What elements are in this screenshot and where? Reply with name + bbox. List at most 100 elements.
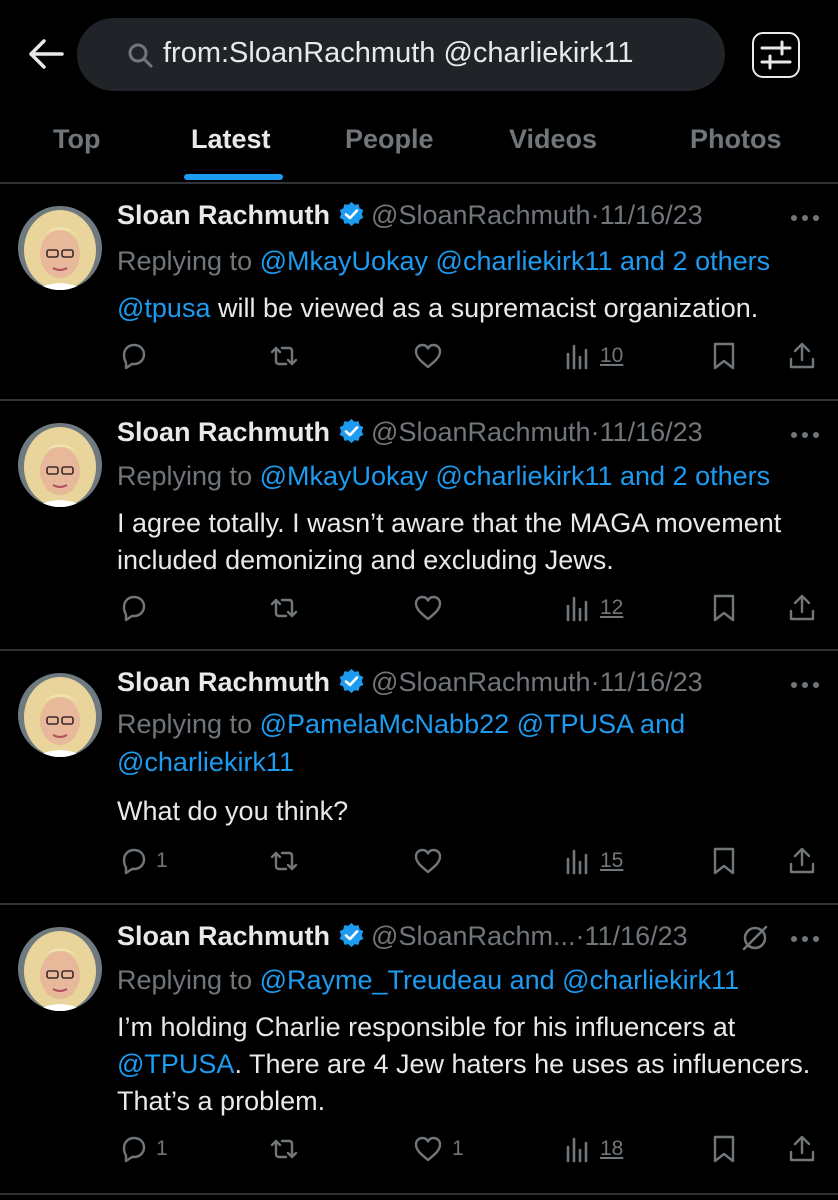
tab-top[interactable]: Top [53,124,100,155]
views-icon [566,1137,588,1163]
avatar[interactable] [18,206,102,290]
tweet-text: What do you think? [117,796,349,826]
bookmark-button[interactable] [708,845,740,879]
mention-link[interactable]: @tpusa [117,293,210,323]
tweet-header: Sloan Rachmuth @SloanRachmuth·11/16/23 [117,200,703,231]
tab-latest[interactable]: Latest [191,124,271,155]
replying-to: Replying to @MkayUokay @charliekirk11 an… [117,457,817,495]
like-button[interactable] [412,1133,444,1167]
reply-count: 1 [156,849,168,872]
back-button[interactable] [26,34,66,74]
display-name[interactable]: Sloan Rachmuth [117,417,330,447]
replying-to-label: Replying to [117,461,260,491]
views-count[interactable]: 10 [600,344,623,368]
retweet-icon [270,346,298,366]
tweet[interactable]: Sloan Rachmuth @SloanRachmuth·11/16/23 Re… [0,651,838,905]
like-icon [414,848,442,874]
reply-count: 1 [156,1137,168,1160]
back-arrow-icon [29,39,64,69]
mention-link[interactable]: @TPUSA [117,1049,234,1079]
bookmark-icon [713,847,735,875]
like-button[interactable] [412,340,444,374]
bookmark-icon [713,1135,735,1163]
handle[interactable]: @SloanRachmuth [371,200,591,230]
handle[interactable]: @SloanRachmuth [371,417,591,447]
reply-mentions[interactable]: @Rayme_Treudeau and @charliekirk11 [260,965,740,995]
search-input[interactable]: from:SloanRachmuth @charliekirk11 [77,18,725,91]
reply-icon [122,848,146,875]
more-icon[interactable] [790,681,820,689]
more-icon[interactable] [790,935,820,943]
bookmark-button[interactable] [708,340,740,374]
views-button[interactable] [562,592,594,626]
filter-button[interactable] [752,32,800,78]
tweet-body-start: I’m holding Charlie responsible for his … [117,1012,736,1042]
views-button[interactable] [562,340,594,374]
avatar[interactable] [18,927,102,1011]
tweet[interactable]: Sloan Rachmuth @SloanRachm...·11/16/23 Re… [0,905,838,1195]
search-tabs: Top Latest People Videos Photos [0,110,838,182]
views-icon [566,344,588,370]
tweet-date[interactable]: 11/16/23 [600,667,703,697]
tweet-date[interactable]: 11/16/23 [585,921,688,951]
like-button[interactable] [412,592,444,626]
reply-mentions[interactable]: @MkayUokay @charliekirk11 and 2 others [260,246,771,276]
views-button[interactable] [562,1133,594,1167]
retweet-button[interactable] [268,1133,300,1167]
views-count[interactable]: 12 [600,596,623,620]
share-button[interactable] [786,592,818,626]
tweet-text: I agree totally. I wasn’t aware that the… [117,508,782,575]
separator-dot: · [590,667,600,697]
tab-videos[interactable]: Videos [509,124,597,155]
share-icon [789,1135,815,1162]
tweet-date[interactable]: 11/16/23 [600,417,703,447]
tab-people[interactable]: People [345,124,434,155]
replying-to: Replying to @MkayUokay @charliekirk11 an… [117,242,817,280]
retweet-button[interactable] [268,340,300,374]
replying-to: Replying to @PamelaMcNabb22 @TPUSA and @… [117,705,737,781]
like-icon [414,595,442,621]
share-button[interactable] [786,1133,818,1167]
tweet-actions: 10 [0,340,838,376]
views-button[interactable] [562,845,594,879]
views-count[interactable]: 18 [600,1137,623,1161]
handle[interactable]: @SloanRachm... [371,921,576,951]
more-icon[interactable] [790,431,820,439]
like-button[interactable] [412,845,444,879]
display-name[interactable]: Sloan Rachmuth [117,921,330,951]
tweet[interactable]: Sloan Rachmuth @SloanRachmuth·11/16/23 Re… [0,401,838,651]
tweet[interactable]: Sloan Rachmuth @SloanRachmuth·11/16/23 Re… [0,184,838,401]
reply-button[interactable] [118,340,150,374]
share-button[interactable] [786,340,818,374]
bookmark-button[interactable] [708,592,740,626]
tab-photos[interactable]: Photos [690,124,782,155]
separator-dot: · [575,921,585,951]
retweet-button[interactable] [268,845,300,879]
tweet-actions: 1 15 [0,845,838,881]
display-name[interactable]: Sloan Rachmuth [117,667,330,697]
reply-button[interactable] [118,592,150,626]
bookmark-button[interactable] [708,1133,740,1167]
mute-icon[interactable] [740,923,770,953]
share-button[interactable] [786,845,818,879]
reply-icon [122,595,146,622]
more-icon[interactable] [790,214,820,222]
display-name[interactable]: Sloan Rachmuth [117,200,330,230]
avatar[interactable] [18,423,102,507]
retweet-button[interactable] [268,592,300,626]
tweet-date[interactable]: 11/16/23 [600,200,703,230]
filter-icon [752,32,800,78]
tweet-actions: 1 1 18 [0,1133,838,1169]
like-count: 1 [452,1137,464,1160]
reply-mentions[interactable]: @MkayUokay @charliekirk11 and 2 others [260,461,771,491]
avatar[interactable] [18,673,102,757]
share-icon [789,342,815,369]
tweet-header: Sloan Rachmuth @SloanRachmuth·11/16/23 [117,667,703,698]
share-icon [789,594,815,621]
views-count[interactable]: 15 [600,849,623,873]
reply-button[interactable] [118,1133,150,1167]
reply-button[interactable] [118,845,150,879]
handle[interactable]: @SloanRachmuth [371,667,591,697]
reply-icon [122,343,146,370]
replying-to: Replying to @Rayme_Treudeau and @charlie… [117,961,817,999]
